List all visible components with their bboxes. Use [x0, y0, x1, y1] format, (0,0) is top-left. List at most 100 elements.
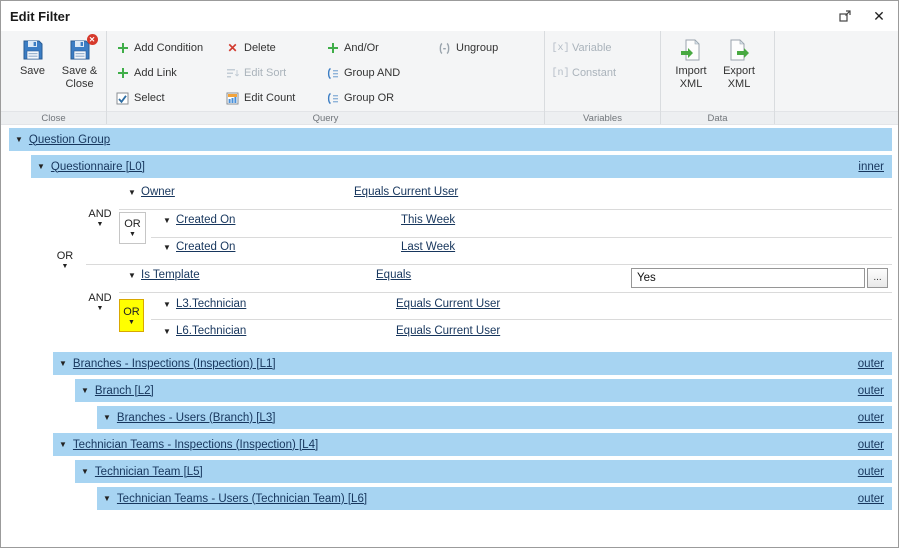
join-type-link[interactable]: inner — [858, 161, 884, 173]
collapse-triangle-icon[interactable]: ▼ — [59, 441, 67, 449]
tree-row-l1: ▼ Branches - Inspections (Inspection) [L… — [53, 352, 892, 375]
and-operator-2[interactable]: AND ▼ — [85, 292, 115, 312]
outer-or-operator[interactable]: OR ▼ — [52, 250, 78, 270]
select-button[interactable]: Select — [110, 87, 220, 109]
operator-label: OR — [124, 218, 141, 230]
join-type-link[interactable]: outer — [858, 439, 884, 451]
grid-line — [151, 237, 892, 238]
tree-row-question-group: ▼ Question Group — [9, 128, 892, 151]
checkbox-icon — [116, 92, 129, 105]
collapse-triangle-icon[interactable]: ▼ — [37, 163, 45, 171]
condition-field-link[interactable]: Created On — [176, 241, 235, 253]
maximize-icon[interactable] — [836, 7, 854, 25]
add-link-label: Add Link — [134, 67, 177, 79]
condition-area: OR ▼ AND ▼ OR ▼ AND ▼ OR ▼ ▼ Owner Equa — [1, 182, 898, 348]
join-type-link[interactable]: outer — [858, 466, 884, 478]
plus-icon — [116, 42, 129, 55]
group-or-label: Group OR — [344, 92, 394, 104]
join-type-link[interactable]: outer — [858, 358, 884, 370]
collapse-triangle-icon[interactable]: ▼ — [81, 468, 89, 476]
condition-field-link[interactable]: L3.Technician — [176, 298, 246, 310]
export-xml-icon — [727, 38, 751, 62]
condition-operator-link[interactable]: Equals — [376, 269, 411, 281]
import-xml-button[interactable]: Import XML — [667, 35, 715, 93]
grid-line — [151, 319, 892, 320]
join-type-link[interactable]: outer — [858, 493, 884, 505]
tree-row-label[interactable]: Technician Teams - Inspections (Inspecti… — [73, 439, 318, 451]
tree-row-label[interactable]: Question Group — [29, 134, 110, 146]
export-xml-button[interactable]: Export XML — [715, 35, 763, 93]
ribbon-caption-data: Data — [661, 111, 774, 124]
condition-triangle-icon[interactable]: ▼ — [128, 272, 136, 280]
ellipsis-button[interactable]: ... — [867, 268, 888, 288]
select-label: Select — [134, 92, 165, 104]
tree-row-label[interactable]: Technician Team [L5] — [95, 466, 203, 478]
edit-sort-label: Edit Sort — [244, 67, 286, 79]
tree-row-label[interactable]: Questionnaire [L0] — [51, 161, 145, 173]
collapse-triangle-icon[interactable]: ▼ — [81, 387, 89, 395]
condition-operator-link[interactable]: Equals Current User — [396, 325, 500, 337]
export-xml-label-2: XML — [728, 78, 751, 91]
tree-row-l4: ▼ Technician Teams - Inspections (Inspec… — [53, 433, 892, 456]
condition-operator-link[interactable]: Equals Current User — [354, 186, 458, 198]
red-close-badge-icon: ✕ — [87, 34, 98, 45]
group-bracket-icon — [326, 92, 339, 105]
condition-operator-link[interactable]: Last Week — [401, 241, 455, 253]
group-or-button[interactable]: Group OR — [320, 87, 432, 109]
ribbon-caption-query: Query — [107, 111, 544, 124]
condition-value-input[interactable] — [631, 268, 865, 288]
sort-icon — [226, 67, 239, 80]
edit-count-button[interactable]: Edit Count — [220, 87, 320, 109]
close-icon[interactable]: ✕ — [870, 7, 888, 25]
add-condition-label: Add Condition — [134, 42, 203, 54]
export-xml-label-1: Export — [723, 65, 755, 78]
condition-triangle-icon[interactable]: ▼ — [163, 244, 171, 252]
dropdown-triangle-icon: ▼ — [62, 263, 69, 270]
condition-triangle-icon[interactable]: ▼ — [163, 328, 171, 336]
join-type-link[interactable]: outer — [858, 385, 884, 397]
tree-row-l2: ▼ Branch [L2] outer — [75, 379, 892, 402]
condition-field-link[interactable]: Created On — [176, 214, 235, 226]
save-close-label-1: Save & — [62, 65, 97, 78]
title-bar: Edit Filter ✕ — [1, 1, 898, 31]
collapse-triangle-icon[interactable]: ▼ — [15, 136, 23, 144]
delete-button[interactable]: ✕ Delete — [220, 37, 320, 59]
collapse-triangle-icon[interactable]: ▼ — [103, 495, 111, 503]
collapse-triangle-icon[interactable]: ▼ — [103, 414, 111, 422]
condition-field-link[interactable]: L6.Technician — [176, 325, 246, 337]
condition-field-link[interactable]: Is Template — [141, 269, 200, 281]
dropdown-triangle-icon: ▼ — [128, 319, 135, 326]
or-operator-1[interactable]: OR ▼ — [119, 212, 146, 244]
condition-triangle-icon[interactable]: ▼ — [163, 217, 171, 225]
save-label: Save — [20, 65, 45, 78]
delete-x-icon: ✕ — [226, 42, 239, 55]
condition-field-link[interactable]: Owner — [141, 186, 175, 198]
and-operator-1[interactable]: AND ▼ — [85, 208, 115, 228]
add-condition-button[interactable]: Add Condition — [110, 37, 220, 59]
tree-row-label[interactable]: Branch [L2] — [95, 385, 154, 397]
and-or-label: And/Or — [344, 42, 379, 54]
ribbon-caption-close: Close — [1, 111, 106, 124]
condition-triangle-icon[interactable]: ▼ — [163, 301, 171, 309]
condition-operator-link[interactable]: Equals Current User — [396, 298, 500, 310]
group-and-button[interactable]: Group AND — [320, 62, 432, 84]
and-or-button[interactable]: And/Or — [320, 37, 432, 59]
grid-line — [119, 209, 892, 210]
count-grid-icon — [226, 92, 239, 105]
edit-sort-button: Edit Sort — [220, 62, 320, 84]
save-button[interactable]: Save — [9, 35, 56, 81]
operator-label: AND — [88, 208, 111, 220]
collapse-triangle-icon[interactable]: ▼ — [59, 360, 67, 368]
join-type-link[interactable]: outer — [858, 412, 884, 424]
ungroup-button[interactable]: Ungroup — [432, 37, 540, 59]
condition-operator-link[interactable]: This Week — [401, 214, 455, 226]
save-and-close-button[interactable]: ✕ Save & Close — [56, 35, 103, 93]
plus-icon — [116, 67, 129, 80]
tree-row-label[interactable]: Branches - Users (Branch) [L3] — [117, 412, 276, 424]
add-link-button[interactable]: Add Link — [110, 62, 220, 84]
or-operator-2-highlighted[interactable]: OR ▼ — [119, 299, 144, 332]
tree-row-label[interactable]: Technician Teams - Users (Technician Tea… — [117, 493, 367, 505]
tree-row-label[interactable]: Branches - Inspections (Inspection) [L1] — [73, 358, 276, 370]
condition-triangle-icon[interactable]: ▼ — [128, 189, 136, 197]
operator-label: OR — [123, 306, 140, 318]
